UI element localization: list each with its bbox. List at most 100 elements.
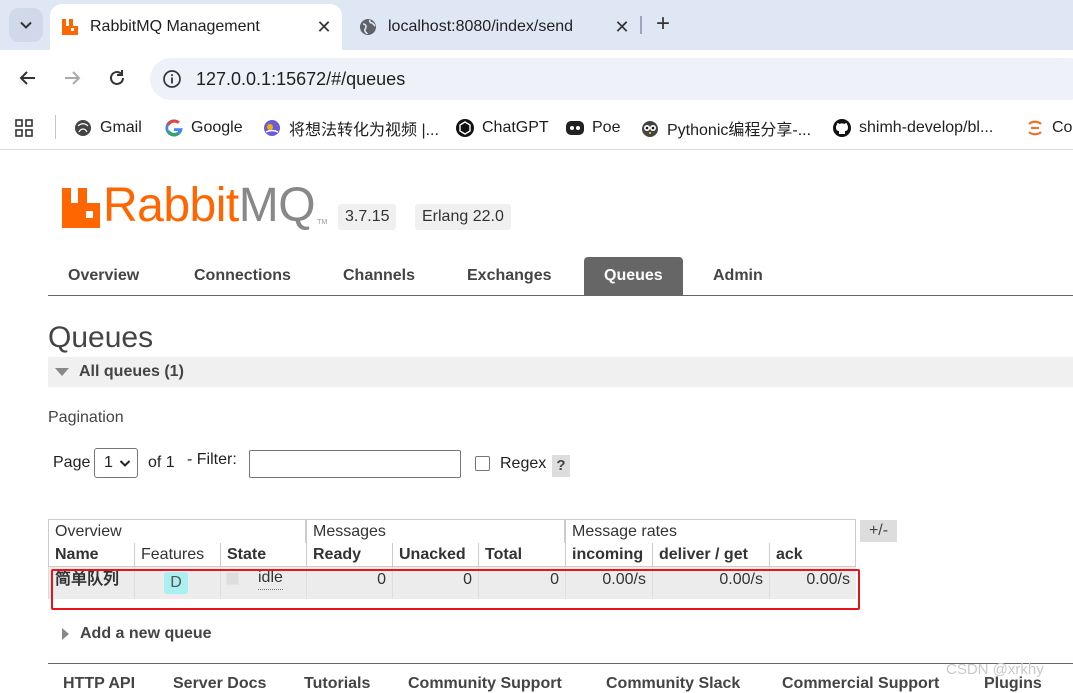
bookmark-label: ChatGPT [482,119,549,136]
bookmark-github[interactable]: shimh-develop/bl... [832,114,993,142]
footer-http-api[interactable]: HTTP API [63,675,135,693]
regex-checkbox[interactable] [475,456,490,471]
rabbitmq-logo[interactable]: RabbitMQ TM [62,179,328,232]
watermark: CSDN @xrkhy [946,661,1044,678]
arrow-left-icon [19,71,35,85]
tab-channels[interactable]: Channels [323,257,435,295]
col-name[interactable]: Name [48,543,134,567]
bookmark-label: Co [1052,119,1073,136]
bookmark-gmail[interactable]: Gmail [73,114,142,142]
bookmark-label: Pythonic编程分享-... [667,122,812,139]
browser-tab-strip: RabbitMQ Management ✕ localhost:8080/ind… [0,0,1073,50]
owl-icon [640,118,660,138]
bookmark-co[interactable]: Co [1025,114,1072,142]
bookmarks-bar: Gmail Google 将想法转化为视频 |... ChatGPT Poe P… [0,106,1073,150]
main-nav-tabs: Overview Connections Channels Exchanges … [48,257,1073,296]
bookmark-label: 将想法转化为视频 |... [289,122,439,139]
footer-community-support[interactable]: Community Support [408,675,562,693]
column-toggle-button[interactable]: +/- [860,520,897,542]
col-features[interactable]: Features [134,543,220,567]
rabbitmq-logo-icon [62,188,100,228]
col-deliver-get[interactable]: deliver / get [652,543,769,567]
erlang-badge: Erlang 22.0 [415,204,511,230]
tab-overview[interactable]: Overview [48,257,159,295]
tab-admin[interactable]: Admin [693,257,783,295]
back-button[interactable] [14,64,42,92]
forward-button[interactable] [58,64,86,92]
gmail-icon [73,118,93,138]
version-badge: 3.7.15 [338,204,397,230]
collapse-triangle-icon [55,368,69,376]
bookmark-pythonic[interactable]: Pythonic编程分享-... [640,114,811,142]
group-messages: Messages [306,519,565,543]
chevron-down-icon [20,21,32,29]
tab-search-button[interactable] [9,8,43,42]
col-incoming[interactable]: incoming [565,543,652,567]
tab-rabbitmq-management[interactable]: RabbitMQ Management ✕ [50,4,342,50]
close-tab-icon[interactable]: ✕ [312,17,336,38]
page-title: Queues [48,321,154,354]
bookmark-label: Poe [592,119,621,136]
bookmark-poe[interactable]: Poe [565,114,620,142]
bookmark-google[interactable]: Google [164,114,243,142]
chevron-down-icon [119,460,131,467]
pagination-label: Pagination [48,409,124,426]
regex-help-button[interactable]: ? [552,455,570,477]
new-tab-button[interactable]: + [650,12,676,38]
filter-input[interactable] [249,450,461,478]
col-unacked[interactable]: Unacked [392,543,478,567]
footer-commercial-support[interactable]: Commercial Support [782,675,939,693]
address-bar[interactable]: 127.0.0.1:15672/#/queues [150,58,1073,100]
page-select-value: 1 [104,454,113,471]
page-label: Page [53,454,91,471]
section-title: All queues (1) [79,363,184,380]
col-state[interactable]: State [220,543,306,567]
logo-trademark: TM [317,219,328,226]
col-total[interactable]: Total [478,543,565,567]
bookmark-label: Gmail [100,119,142,136]
tab-separator [640,16,642,34]
rabbitmq-icon [62,19,78,35]
arrow-right-icon [65,71,81,85]
apps-grid-icon [15,119,33,137]
tab-queues[interactable]: Queues [584,257,683,295]
tab-title: RabbitMQ Management [90,18,260,35]
globe-icon [360,19,376,35]
tab-title: localhost:8080/index/send [388,18,574,35]
tab-exchanges[interactable]: Exchanges [447,257,571,295]
reload-icon [110,70,124,85]
video-app-icon [262,118,282,138]
col-ready[interactable]: Ready [306,543,392,567]
group-overview: Overview [48,519,306,543]
bookmarks-separator [55,115,56,139]
bookmark-chatgpt[interactable]: ChatGPT [455,114,549,142]
regex-label: Regex [500,455,547,472]
close-tab-icon[interactable]: ✕ [610,17,634,38]
poe-icon [565,118,585,138]
all-queues-section-toggle[interactable]: All queues (1) [48,357,1073,387]
bookmark-video-app[interactable]: 将想法转化为视频 |... [262,114,439,142]
add-queue-label: Add a new queue [80,625,212,642]
tab-connections[interactable]: Connections [174,257,311,295]
tab-localhost-send[interactable]: localhost:8080/index/send ✕ [350,4,640,50]
browser-toolbar: 127.0.0.1:15672/#/queues [0,50,1073,106]
footer-links: HTTP API Server Docs Tutorials Community… [48,663,1073,692]
url-text: 127.0.0.1:15672/#/queues [196,69,406,89]
bookmark-label: Google [191,119,243,136]
highlight-box [51,569,860,610]
filter-label: - Filter: [187,451,237,468]
bookmark-label: shimh-develop/bl... [859,119,994,136]
page-select[interactable]: 1 [94,448,138,478]
chatgpt-icon [455,118,475,138]
site-info-icon[interactable] [162,69,182,89]
col-ack[interactable]: ack [769,543,856,567]
google-icon [164,118,184,138]
footer-community-slack[interactable]: Community Slack [606,675,740,693]
logo-wordmark: RabbitMQ [103,179,316,232]
group-message-rates: Message rates [565,519,856,543]
footer-tutorials[interactable]: Tutorials [304,675,370,693]
apps-button[interactable] [14,114,34,142]
reload-button[interactable] [103,64,131,92]
footer-server-docs[interactable]: Server Docs [173,675,266,693]
github-icon [832,118,852,138]
